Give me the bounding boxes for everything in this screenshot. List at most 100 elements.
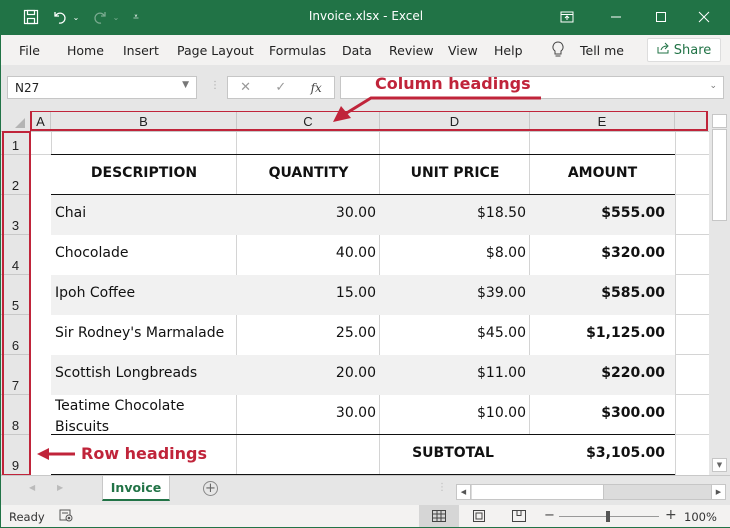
subtotal-label[interactable]: SUBTOTAL [380, 445, 526, 461]
page-layout-view-icon[interactable] [473, 510, 485, 522]
tab-formulas[interactable]: Formulas [269, 43, 326, 58]
tab-page-layout[interactable]: Page Layout [177, 43, 254, 58]
horizontal-scrollbar[interactable]: ◀ ▶ [456, 484, 726, 500]
prev-sheet-icon[interactable]: ◀ [29, 483, 35, 492]
zoom-slider-thumb[interactable] [606, 511, 610, 522]
accessibility-icon[interactable] [59, 509, 73, 525]
row-headings-label: Row headings [81, 444, 208, 463]
cell-description[interactable]: Chai [55, 205, 86, 221]
header-quantity[interactable]: QUANTITY [237, 165, 380, 181]
name-box-dropdown-icon[interactable]: ▼ [182, 80, 189, 90]
horizontal-scroll-thumb[interactable] [472, 485, 604, 499]
scroll-left-icon[interactable]: ◀ [457, 485, 471, 499]
header-bottom-border [51, 194, 675, 195]
cell-unit-price[interactable]: $8.00 [380, 245, 526, 261]
cell-unit-price[interactable]: $18.50 [380, 205, 526, 221]
tab-home[interactable]: Home [67, 43, 104, 58]
gridline [675, 274, 709, 275]
header-amount[interactable]: AMOUNT [530, 165, 675, 181]
gridline [675, 434, 709, 435]
gridline [51, 132, 52, 155]
cell-amount[interactable]: $1,125.00 [530, 325, 665, 341]
header-unit-price[interactable]: UNIT PRICE [380, 165, 530, 181]
tab-review[interactable]: Review [389, 43, 434, 58]
zoom-level[interactable]: 100% [684, 510, 717, 524]
cell-unit-price[interactable]: $39.00 [380, 285, 526, 301]
minimize-icon[interactable] [601, 6, 631, 28]
column-headings-label: Column headings [375, 74, 531, 93]
table-top-border [51, 154, 675, 155]
tell-me-search[interactable]: Tell me [580, 43, 624, 58]
cell-quantity[interactable]: 30.00 [237, 205, 376, 221]
scroll-right-icon[interactable]: ▶ [711, 485, 725, 499]
gridline [236, 132, 237, 195]
enter-icon[interactable]: ✓ [275, 80, 286, 95]
cell-description[interactable]: Ipoh Coffee [55, 285, 135, 301]
subtotal-value[interactable]: $3,105.00 [530, 445, 665, 461]
gridline [675, 234, 709, 235]
zoom-in-button[interactable]: + [665, 507, 677, 523]
cell-description[interactable]: Chocolade [55, 245, 128, 261]
vertical-scroll-thumb[interactable] [712, 129, 727, 221]
ribbon-display-icon[interactable] [555, 6, 579, 28]
share-icon [657, 42, 670, 58]
gridline [379, 132, 380, 195]
gridline [31, 154, 51, 155]
cell-unit-price[interactable]: $11.00 [380, 365, 526, 381]
cell-amount[interactable]: $320.00 [530, 245, 665, 261]
zoom-out-button[interactable]: − [544, 508, 555, 523]
ribbon-tabs: File Home Insert Page Layout Formulas Da… [1, 35, 730, 65]
subtotal-top-border [51, 434, 675, 435]
cell-unit-price[interactable]: $45.00 [380, 325, 526, 341]
status-bar: Ready − + 100% [1, 505, 730, 528]
cell-amount[interactable]: $555.00 [530, 205, 665, 221]
share-button[interactable]: Share [647, 38, 721, 62]
column-headings-arrow [333, 96, 541, 122]
cell-description-line1[interactable]: Teatime Chocolate [55, 395, 185, 417]
cell-quantity[interactable]: 20.00 [237, 365, 376, 381]
page-break-preview-icon[interactable] [512, 510, 526, 522]
cell-description[interactable]: Sir Rodney's Marmalade [55, 325, 224, 341]
sheet-tab-invoice[interactable]: Invoice [102, 476, 170, 501]
tab-insert[interactable]: Insert [123, 43, 159, 58]
cell-quantity[interactable]: 15.00 [237, 285, 376, 301]
tab-splitter-handle[interactable]: ⋮ [437, 482, 447, 493]
tab-file[interactable]: File [19, 43, 40, 58]
scroll-up-button[interactable] [712, 114, 727, 128]
cell-description-line2[interactable]: Biscuits [55, 416, 109, 438]
name-box-value: N27 [15, 81, 40, 95]
cell-unit-price[interactable]: $10.00 [380, 405, 526, 421]
gridline [675, 154, 709, 155]
cell-quantity[interactable]: 25.00 [237, 325, 376, 341]
splitter-handle[interactable]: ⋮ [210, 80, 220, 91]
tab-help[interactable]: Help [494, 43, 523, 58]
gridline [675, 132, 676, 475]
cell-quantity[interactable]: 40.00 [237, 245, 376, 261]
insert-function-icon[interactable]: fx [311, 81, 322, 95]
share-label: Share [673, 42, 712, 58]
normal-view-button[interactable] [419, 505, 459, 527]
next-sheet-icon[interactable]: ▶ [57, 483, 63, 492]
gridline [675, 194, 709, 195]
cell-amount[interactable]: $300.00 [530, 405, 665, 421]
expand-formula-bar-icon[interactable]: ⌄ [709, 81, 717, 91]
cell-quantity[interactable]: 30.00 [237, 405, 376, 421]
vertical-scrollbar[interactable]: ▼ [709, 111, 730, 475]
tab-view[interactable]: View [448, 43, 478, 58]
gridline [675, 394, 709, 395]
cell-amount[interactable]: $220.00 [530, 365, 665, 381]
maximize-icon[interactable] [646, 6, 676, 28]
header-description[interactable]: DESCRIPTION [51, 165, 237, 181]
scroll-down-icon[interactable]: ▼ [712, 458, 727, 472]
close-icon[interactable] [689, 6, 719, 28]
lightbulb-icon [552, 41, 564, 62]
cell-description[interactable]: Scottish Longbreads [55, 365, 197, 381]
status-ready: Ready [9, 510, 45, 524]
cancel-icon[interactable]: ✕ [240, 80, 251, 95]
select-all-corner[interactable] [1, 111, 31, 132]
tab-data[interactable]: Data [342, 43, 372, 58]
cell-amount[interactable]: $585.00 [530, 285, 665, 301]
worksheet-grid: A B C D E 1 2 3 4 5 6 7 8 9 DESCRIPTION … [1, 111, 709, 475]
add-sheet-icon[interactable]: + [203, 481, 218, 496]
name-box[interactable]: N27 ▼ [7, 76, 197, 99]
